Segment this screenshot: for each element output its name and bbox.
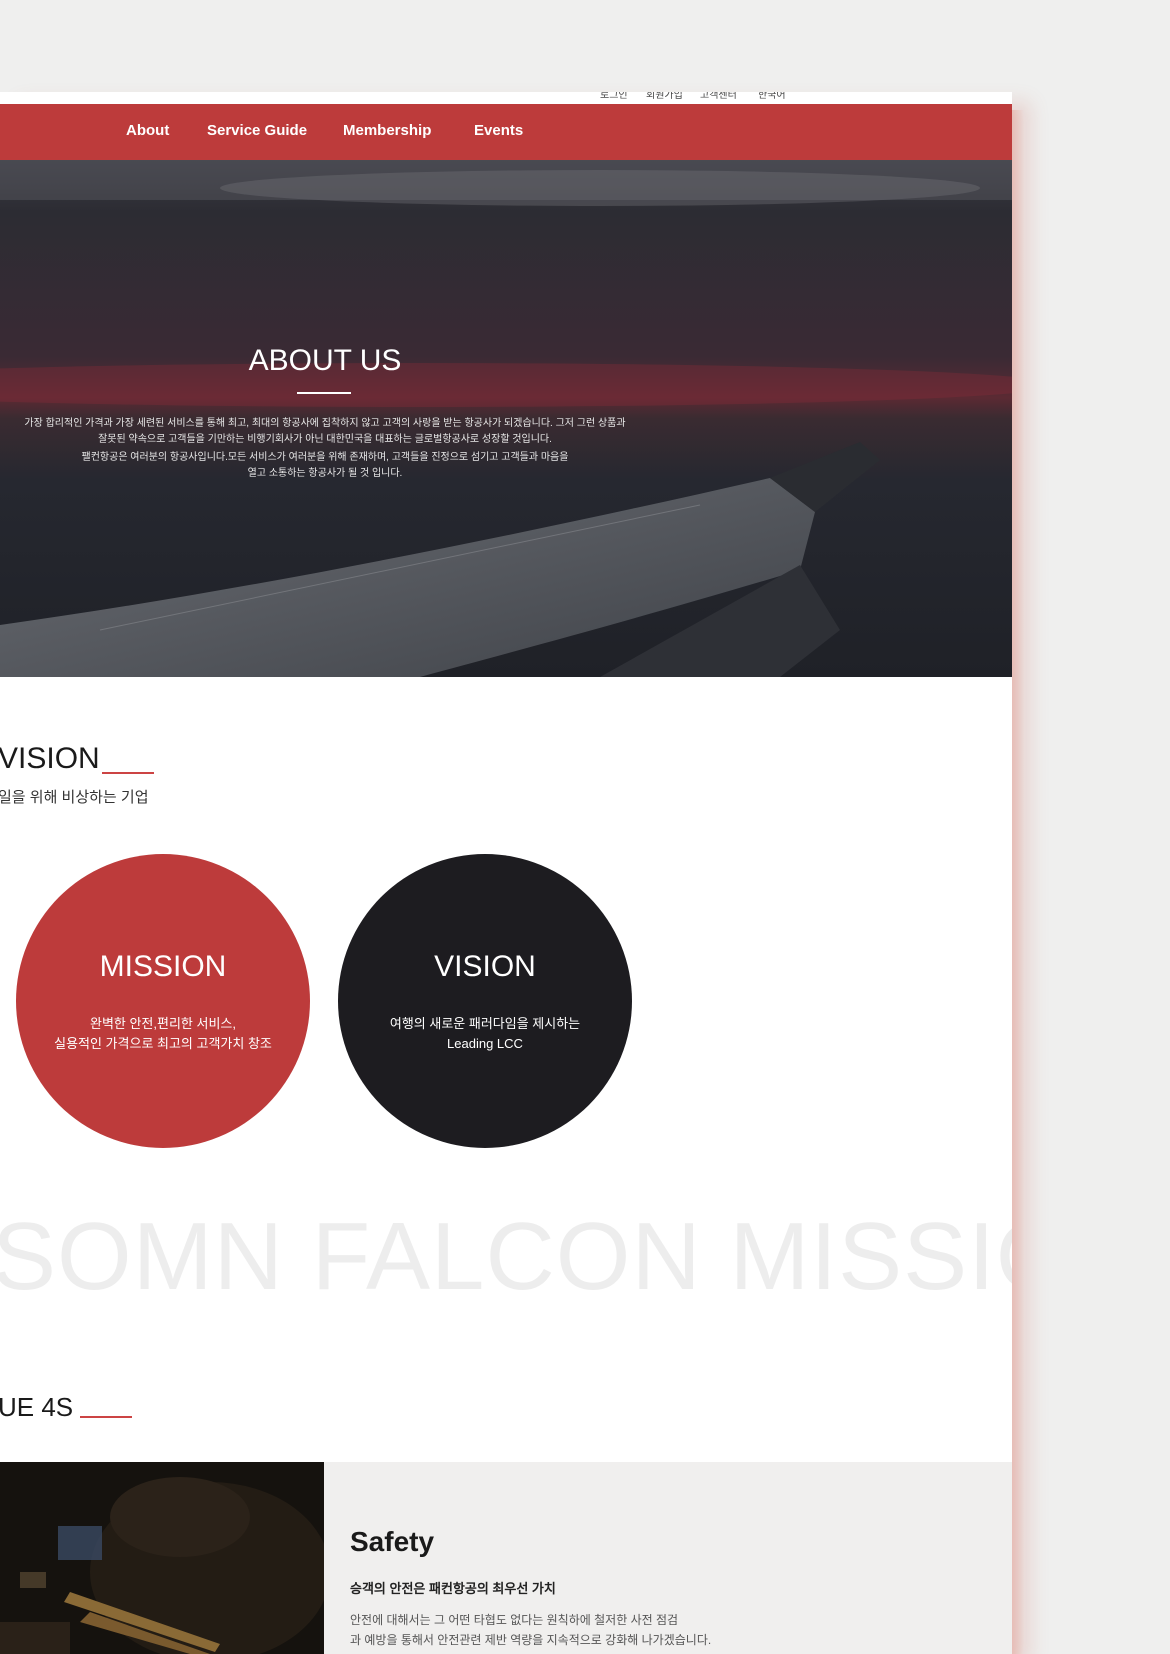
vision-section-subtitle: 일을 위해 비상하는 기업 [0,789,149,806]
hero-paragraph-1: 가장 합리적인 가격과 가장 세련된 서비스를 통해 최고, 최대의 항공사에 … [24,418,626,445]
vision-section-title: VISION [0,742,100,775]
nav-item-service-guide[interactable]: Service Guide [207,122,307,139]
values-section-title: UE 4S [0,1392,74,1422]
safety-description-line-2: 과 예방을 통해서 안전관련 제반 역량을 지속적으로 강화해 나가겠습니다. [350,1633,712,1647]
pilot-image [0,1462,324,1654]
hero-title-underline [297,392,351,394]
language-link[interactable]: 한국어 [758,92,786,101]
vision-text: 여행의 새로운 패러다임을 제시하는 Leading LCC [338,1014,632,1054]
background-watermark-text: SOMN FALCON MISSION [0,1203,1012,1310]
mission-card: MISSION 완벽한 안전,편리한 서비스, 실용적인 가격으로 최고의 고객… [16,854,310,1148]
nav-item-about[interactable]: About [126,122,169,139]
mission-text-line-1: 완벽한 안전,편리한 서비스, [89,1016,236,1031]
vision-card: VISION 여행의 새로운 패러다임을 제시하는 Leading LCC [338,854,632,1148]
mission-text-line-2: 실용적인 가격으로 최고의 고객가치 창조 [54,1036,272,1051]
safety-panel: Safety 승객의 안전은 패컨항공의 최우선 가치 안전에 대해서는 그 어… [324,1462,1012,1654]
vision-card-title: VISION [434,950,536,983]
hero-title: ABOUT US [248,344,402,377]
vision-title-underline [102,772,154,774]
mission-title: MISSION [99,950,227,983]
utility-links: 로그인 회원가입 고객센터 한국어 [0,92,1012,104]
values-title-underline [80,1416,132,1418]
hero-banner: ABOUT US 가장 합리적인 가격과 가장 세련된 서비스를 통해 최고, … [0,160,1012,677]
safety-subtitle: 승객의 안전은 패컨항공의 최우선 가치 [350,1581,556,1596]
vision-text-line-2: Leading LCC [447,1036,523,1051]
nav-item-membership[interactable]: Membership [343,122,431,139]
login-link[interactable]: 로그인 [600,92,628,101]
hero-paragraph-2: 팰컨항공은 여러분의 항공사입니다.모든 서비스가 여러분을 위해 존재하며, … [81,452,569,479]
safety-title: Safety [350,1526,435,1557]
safety-description-line-1: 안전에 대해서는 그 어떤 타협도 없다는 원칙하에 철저한 사전 점검 [350,1613,679,1627]
main-nav: About Service Guide Membership Events [0,104,1012,160]
cockpit-photo [0,1462,324,1654]
safety-description: 안전에 대해서는 그 어떤 타협도 없다는 원칙하에 철저한 사전 점검 과 예… [350,1610,711,1650]
vision-text-line-1: 여행의 새로운 패러다임을 제시하는 [389,1016,581,1031]
customer-center-link[interactable]: 고객센터 [700,92,737,101]
signup-link[interactable]: 회원가입 [646,92,683,101]
mission-text: 완벽한 안전,편리한 서비스, 실용적인 가격으로 최고의 고객가치 창조 [16,1014,310,1054]
nav-item-events[interactable]: Events [474,122,523,139]
page-shadow-edge [1012,110,1024,1654]
web-page: 로그인 회원가입 고객센터 한국어 About Service Guide Me… [0,92,1012,1654]
